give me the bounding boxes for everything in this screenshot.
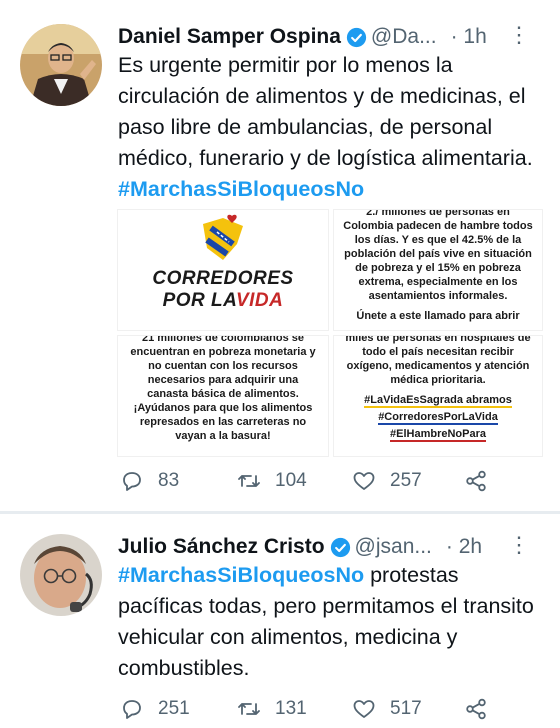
reply-count: 83 (158, 470, 180, 491)
author-handle[interactable]: @jsan... (355, 535, 432, 559)
img4-tag: #CorredoresPorLaVida (378, 411, 498, 425)
media-image-corredores-logo[interactable]: CORREDORES POR LAVIDA (118, 210, 328, 330)
share-button[interactable] (464, 469, 488, 493)
por-la-text: POR LA (162, 290, 236, 311)
like-icon (353, 700, 375, 718)
tweet-header: Julio Sánchez Cristo @jsan... · 2h ⋮ (118, 532, 548, 562)
share-button[interactable] (464, 697, 488, 721)
retweet-button[interactable]: 131 (237, 697, 352, 721)
verified-badge-icon (346, 27, 367, 47)
hashtag-link[interactable]: #MarchasSiBloqueosNo (118, 563, 364, 587)
author-name[interactable]: Julio Sánchez Cristo (118, 535, 325, 559)
media-image-poverty-stats[interactable]: 21 millones de colombianos se encuentran… (118, 336, 328, 456)
img3-line: necesarios para adquirir una (147, 374, 299, 386)
img2-footer: Únete a este llamado para abrir (356, 310, 520, 322)
tweet-text-content: Es urgente permitir por lo menos la circ… (118, 53, 533, 170)
tweet-actions: 251 131 517 (120, 694, 550, 724)
img2-cut-line: 2./ millones de personas en (366, 210, 510, 218)
retweet-count: 131 (275, 698, 307, 719)
img4-line: médica prioritaria. (390, 374, 486, 386)
img4-tag: #ElHambreNoPara (390, 428, 486, 442)
tweet-time[interactable]: · 1h (451, 25, 487, 49)
avatar[interactable] (20, 24, 102, 106)
road-logo-icon (203, 214, 243, 260)
tweet-actions: 83 104 257 (120, 466, 550, 496)
img2-line: asentamientos informales. (368, 290, 508, 302)
share-icon (466, 698, 486, 720)
more-icon[interactable]: ⋮ (508, 22, 530, 48)
img3-cut-line: 21 millones de colombianos se (142, 336, 304, 344)
like-icon (353, 472, 375, 490)
reply-button[interactable]: 83 (120, 469, 237, 493)
tweet-daniel-samper[interactable]: Daniel Samper Ospina @Da... · 1h ⋮ Es ur… (0, 0, 560, 512)
img4-line: oxígeno, medicamentos y atención (346, 360, 530, 372)
like-count: 517 (390, 698, 422, 719)
reply-icon (123, 472, 141, 491)
hashtag-link[interactable]: #MarchasSiBloqueosNo (118, 177, 364, 201)
reply-button[interactable]: 251 (120, 697, 237, 721)
img2-line: de pobreza y el 15% en pobreza (355, 262, 521, 274)
img4-cut-line: miles de personas en hospitales de (345, 336, 531, 344)
img2-line: Colombia padecen de hambre todos (343, 220, 533, 232)
vida-text: VIDA (235, 290, 284, 311)
author-handle[interactable]: @Da... (371, 25, 437, 49)
media-image-hospital-stats[interactable]: miles de personas en hospitales de todo … (334, 336, 542, 456)
retweet-button[interactable]: 104 (237, 469, 352, 493)
like-button[interactable]: 257 (352, 469, 464, 493)
share-icon (466, 470, 486, 492)
img3-line: encuentran en pobreza monetaria y (130, 346, 316, 358)
img3-line: vayan a la basura! (175, 430, 271, 442)
media-image-hunger-stats[interactable]: 2./ millones de personas en Colombia pad… (334, 210, 542, 330)
tweet-text: #MarchasSiBloqueosNo protestas pacíficas… (118, 560, 548, 684)
tweet-text: Es urgente permitir por lo menos la circ… (118, 50, 548, 205)
avatar[interactable] (20, 534, 102, 616)
img4-line: todo el país necesitan recibir (362, 346, 514, 358)
corredores-subtitle: POR LAVIDA (118, 290, 328, 312)
img4-tag: #LaVidaEsSagrada abramos (364, 394, 512, 408)
reply-icon (123, 700, 141, 719)
reply-count: 251 (158, 698, 190, 719)
media-grid: CORREDORES POR LAVIDA 2./ millones de pe… (118, 210, 542, 456)
img2-line: población del país vive en situación (344, 248, 532, 260)
img3-line: represados en las carreteras no (139, 416, 307, 428)
retweet-count: 104 (275, 470, 307, 491)
img3-line: ¡Ayúdanos para que los alimentos (133, 402, 313, 414)
like-count: 257 (390, 470, 422, 491)
tweet-julio-sanchez[interactable]: Julio Sánchez Cristo @jsan... · 2h ⋮ #Ma… (0, 514, 560, 728)
tweet-time[interactable]: · 2h (446, 535, 482, 559)
like-button[interactable]: 517 (352, 697, 464, 721)
img3-line: no cuentan con los recursos (148, 360, 298, 372)
retweet-icon (238, 475, 260, 487)
verified-badge-icon (330, 537, 350, 557)
author-name[interactable]: Daniel Samper Ospina (118, 25, 341, 49)
img3-line: canasta básica de alimentos. (147, 388, 299, 400)
img2-line: los días. Y es que el 42.5% de la (354, 234, 522, 246)
img2-line: extrema, especialmente en los (358, 276, 518, 288)
more-icon[interactable]: ⋮ (508, 532, 530, 558)
retweet-icon (238, 703, 260, 715)
corredores-title: CORREDORES (152, 268, 294, 289)
tweet-header: Daniel Samper Ospina @Da... · 1h ⋮ (118, 22, 548, 52)
